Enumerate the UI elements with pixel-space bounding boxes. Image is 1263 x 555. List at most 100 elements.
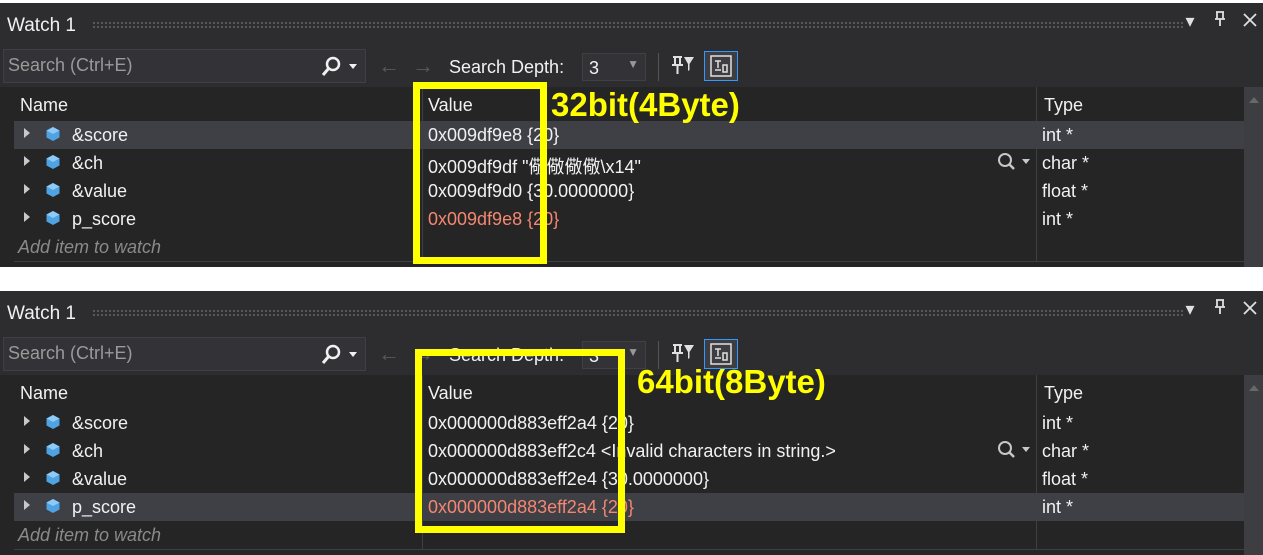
- highlight-box: [413, 82, 547, 264]
- watch-row-1[interactable]: &ch 0x009df9df "儆儆儆儆\x14" char *: [14, 149, 1244, 177]
- highlight-annotation: 64bit(8Byte): [637, 363, 826, 400]
- column-divider: [1036, 233, 1037, 261]
- expander-icon[interactable]: [24, 156, 30, 166]
- search-depth-value: 3: [589, 58, 600, 78]
- add-item-placeholder: Add item to watch: [18, 525, 162, 545]
- magnifier-icon[interactable]: [996, 151, 1036, 178]
- grid-bottom-line: [14, 549, 1244, 550]
- expander-icon[interactable]: [24, 184, 30, 194]
- watch-row-2[interactable]: &value 0x009df9d0 {30.0000000} float *: [14, 177, 1244, 205]
- title-bar: Watch 1 ▾: [0, 3, 1263, 47]
- add-watch-row[interactable]: Add item to watch: [14, 521, 1244, 549]
- scroll-up-icon[interactable]: [1249, 97, 1259, 103]
- watch-row-3[interactable]: p_score 0x009df9e8 {20} int *: [14, 205, 1244, 233]
- expander-icon[interactable]: [24, 472, 30, 482]
- column-divider: [1036, 521, 1037, 549]
- watch-row-type: float *: [1042, 469, 1089, 489]
- expander-icon[interactable]: [24, 416, 30, 426]
- column-divider: [1036, 409, 1037, 437]
- pin-icon[interactable]: [1212, 299, 1228, 320]
- column-divider: [1036, 205, 1037, 233]
- search-input[interactable]: [8, 55, 308, 76]
- vertical-scrollbar[interactable]: [1244, 375, 1263, 555]
- search-box: [3, 49, 366, 83]
- column-header-type[interactable]: Type: [1044, 95, 1083, 116]
- search-box: [3, 337, 366, 371]
- column-divider: [1036, 493, 1037, 521]
- expander-icon[interactable]: [24, 128, 30, 138]
- watch-toolbar: ←→ Search Depth: 3 ▼: [0, 47, 1263, 87]
- column-divider: [1036, 177, 1037, 205]
- column-divider: [1036, 121, 1037, 149]
- grid-bottom-line: [14, 261, 1244, 262]
- highlight-annotation: 32bit(4Byte): [551, 86, 740, 123]
- add-item-placeholder: Add item to watch: [18, 237, 162, 257]
- watch-row-2[interactable]: &value 0x000000d883eff2e4 {30.0000000} f…: [14, 465, 1244, 493]
- watch-toolbar: ←→ Search Depth: 3 ▼: [0, 335, 1263, 375]
- object-icon: [45, 414, 61, 435]
- column-header-name[interactable]: Name: [20, 383, 68, 404]
- watch-row-name: &ch: [72, 153, 104, 173]
- close-icon[interactable]: [1242, 11, 1258, 32]
- watch-row-type: int *: [1042, 497, 1074, 517]
- search-icon[interactable]: [320, 54, 362, 80]
- watch-row-name: &value: [72, 181, 128, 201]
- search-input[interactable]: [8, 343, 308, 364]
- column-divider: [1036, 465, 1037, 493]
- watch-row-3[interactable]: p_score 0x000000d883eff2a4 {20} int *: [14, 493, 1244, 521]
- object-icon: [45, 442, 61, 463]
- expander-icon[interactable]: [24, 500, 30, 510]
- object-icon: [45, 126, 61, 147]
- object-icon: [45, 182, 61, 203]
- watch-panel-1: Watch 1 ▾ ←→ Search Depth: 3 ▼: [0, 3, 1263, 267]
- back-arrow-icon[interactable]: ←: [378, 53, 412, 78]
- column-divider: [1036, 149, 1037, 177]
- drag-grip[interactable]: [92, 309, 1183, 317]
- watch-row-name: &ch: [72, 441, 104, 461]
- object-icon: [45, 498, 61, 519]
- window-title: Watch 1: [7, 15, 76, 36]
- watch-row-type: char *: [1042, 441, 1090, 461]
- watch-grid: Name Value Type &score 0x000000d883eff2a…: [14, 375, 1244, 555]
- drag-grip[interactable]: [92, 21, 1183, 29]
- column-divider[interactable]: [1036, 375, 1037, 409]
- toolbar-separator: [658, 53, 659, 81]
- dropdown-icon[interactable]: ▾: [1182, 11, 1198, 32]
- object-icon: [45, 470, 61, 491]
- watch-row-0[interactable]: &score 0x009df9e8 {20} int *: [14, 121, 1244, 149]
- watch-row-type: int *: [1042, 413, 1074, 433]
- filter-pin-icon[interactable]: [670, 53, 696, 79]
- watch-row-1[interactable]: &ch 0x000000d883eff2c4 <Invalid characte…: [14, 437, 1244, 465]
- expander-icon[interactable]: [24, 444, 30, 454]
- search-icon[interactable]: [320, 342, 362, 368]
- object-icon: [45, 210, 61, 231]
- search-depth-label: Search Depth:: [449, 57, 565, 77]
- watch-row-name: p_score: [72, 209, 137, 229]
- chevron-down-icon: ▼: [627, 57, 639, 71]
- watch-row-name: p_score: [72, 497, 137, 517]
- vertical-scrollbar[interactable]: [1244, 87, 1263, 267]
- add-watch-row[interactable]: Add item to watch: [14, 233, 1244, 261]
- watch-row-type: char *: [1042, 153, 1090, 173]
- chevron-down-icon: ▼: [627, 345, 639, 359]
- forward-arrow-icon[interactable]: →: [412, 53, 446, 78]
- expander-icon[interactable]: [24, 212, 30, 222]
- search-depth-select[interactable]: 3 ▼: [582, 53, 646, 81]
- column-divider[interactable]: [1036, 87, 1037, 121]
- tab-icon[interactable]: [704, 51, 738, 81]
- watch-row-type: float *: [1042, 181, 1089, 201]
- column-header-row: Name Value Type: [14, 375, 1244, 409]
- magnifier-icon[interactable]: [996, 439, 1036, 466]
- column-divider: [1036, 437, 1037, 465]
- watch-row-0[interactable]: &score 0x000000d883eff2a4 {20} int *: [14, 409, 1244, 437]
- dropdown-icon[interactable]: ▾: [1182, 299, 1198, 320]
- scroll-up-icon[interactable]: [1249, 385, 1259, 391]
- column-header-type[interactable]: Type: [1044, 383, 1083, 404]
- highlight-box: [415, 349, 625, 533]
- column-header-name[interactable]: Name: [20, 95, 68, 116]
- pin-icon[interactable]: [1212, 11, 1228, 32]
- back-arrow-icon[interactable]: ←: [378, 341, 412, 366]
- window-title: Watch 1: [7, 303, 76, 324]
- title-bar: Watch 1 ▾: [0, 291, 1263, 335]
- close-icon[interactable]: [1242, 299, 1258, 320]
